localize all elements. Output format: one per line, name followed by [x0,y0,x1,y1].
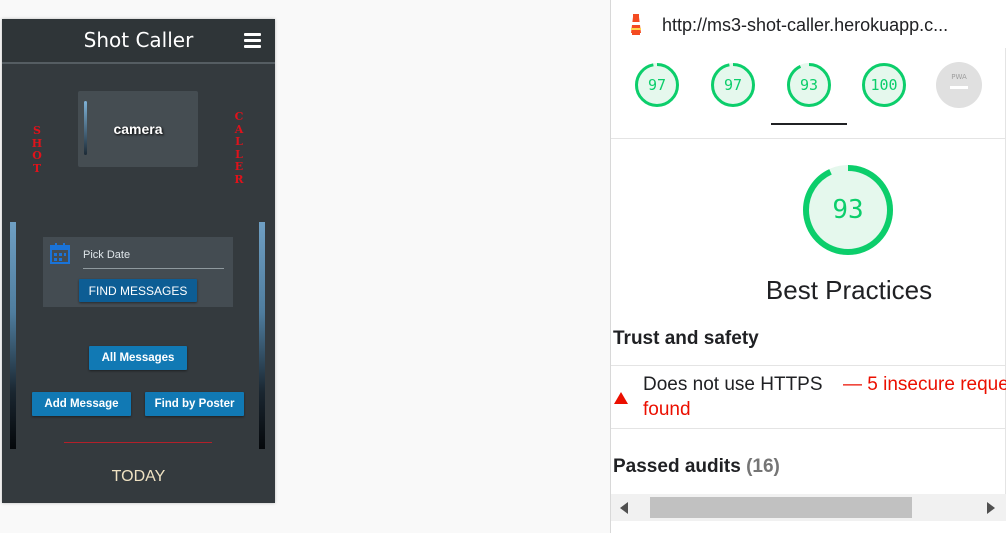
letter: T [32,161,42,175]
letter: R [234,172,244,186]
vertical-text-caller: C A L L E R [232,110,246,186]
find-by-poster-button[interactable]: Find by Poster [145,392,244,416]
date-search-card: Pick Date FIND MESSAGES [43,237,233,307]
calendar-icon[interactable] [50,243,70,264]
right-decorative-bar [259,222,265,449]
divider [64,442,212,443]
score-gauge-seo[interactable]: 100 [861,62,907,108]
score-value: 100 [870,76,898,94]
pwa-label: PWA [951,73,967,81]
category-score-gauge: 93 [802,164,894,256]
horizontal-scrollbar[interactable] [611,494,1006,521]
brand-title[interactable]: Shot Caller [2,28,275,52]
letter: O [32,149,42,162]
score-gauge-pwa[interactable]: PWA [936,62,982,108]
letter: E [234,160,244,173]
find-messages-button[interactable]: FIND MESSAGES [79,279,197,302]
audit-detail-continued: found [643,399,691,420]
passed-audits-toggle[interactable]: Passed audits (16) [613,456,780,478]
audit-detail: — 5 insecure reque [843,374,1006,395]
letter: L [235,135,243,148]
score-value: 97 [647,76,667,94]
tabs-divider [611,138,1006,139]
hamburger-menu-icon[interactable] [244,33,261,48]
audit-title[interactable]: Does not use HTTPS [643,374,823,396]
audit-divider [611,428,1006,429]
score-gauge-accessibility[interactable]: 97 [710,62,756,108]
score-gauge-performance[interactable]: 97 [634,62,680,108]
date-input[interactable]: Pick Date [83,249,130,261]
report-url-bar: http://ms3-shot-caller.herokuapp.c... [611,0,1006,48]
lighthouse-icon [631,14,641,35]
lighthouse-report: http://ms3-shot-caller.herokuapp.c... 97… [610,0,1006,533]
left-decorative-bar [10,222,16,449]
date-input-underline [83,268,224,269]
today-heading: TODAY [111,468,166,485]
letter: C [234,110,244,123]
letter: S [33,124,41,137]
category-score-value: 93 [832,195,864,225]
pwa-badge-icon: PWA [936,62,982,108]
selected-tab-indicator [771,123,847,125]
report-url[interactable]: http://ms3-shot-caller.herokuapp.c... [662,15,987,36]
navbar: Shot Caller [2,19,275,64]
camera-button[interactable]: camera [78,91,198,167]
add-message-button[interactable]: Add Message [32,392,131,416]
passed-audits-label: Passed audits [613,456,741,477]
camera-label: camera [113,121,163,137]
score-value: 97 [723,76,743,94]
app-preview: Shot Caller S H O T C A L L E R camera P… [2,19,275,503]
section-title-trust: Trust and safety [613,328,759,349]
warning-triangle-icon [614,392,628,404]
section-divider [611,365,1006,366]
all-messages-button[interactable]: All Messages [89,346,187,370]
score-value: 93 [799,76,819,94]
score-gauge-best-practices[interactable]: 93 [786,62,832,108]
vertical-text-shot: S H O T [30,124,44,175]
scrollbar-thumb[interactable] [650,497,912,518]
category-title: Best Practices [765,275,933,305]
scroll-left-arrow-icon[interactable] [620,502,628,514]
scroll-right-arrow-icon[interactable] [987,502,995,514]
passed-audits-count: (16) [746,456,780,477]
